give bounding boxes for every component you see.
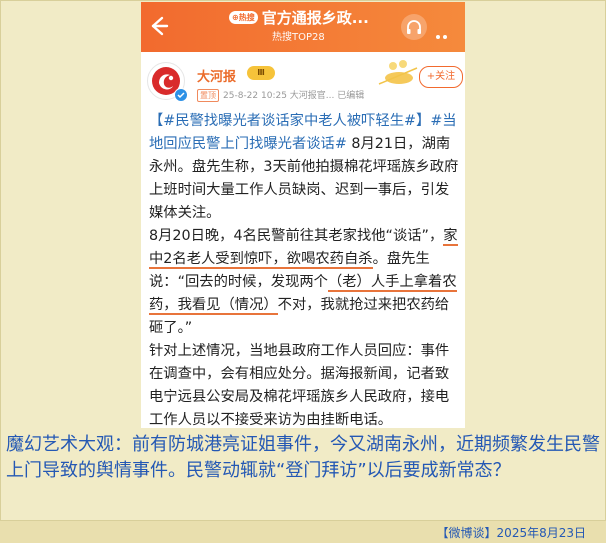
level-badge: Ⅲ [247,66,275,80]
topic-title: 官方通报乡政... [261,8,369,27]
post-text: 8月20日晚，4名民警前往其老家找他“谈话”， [149,228,444,244]
author-name[interactable]: 大河报 [197,66,236,85]
weibo-screenshot: ⊕热搜 官方通报乡政... 热搜TOP28 大河报 Ⅲ 置顶 25-8-22 1… [141,2,465,428]
post-paragraph-2: 8月20日晚，4名民警前往其老家找他“谈话”，家中2名老人受到惊吓，欲喝农药自杀… [149,225,461,340]
hot-search-badge: ⊕热搜 [229,10,258,24]
pinned-badge: 置顶 [197,89,219,102]
hashtag-link[interactable]: 【#民警找曝光者谈话家中老人被吓轻生#】 [149,113,430,129]
post-paragraph-1: 【#民警找曝光者谈话家中老人被吓轻生#】#当地回应民警上门找曝光者谈话# 8月2… [149,110,461,225]
headphones-icon [407,20,421,34]
credit-text: 【微博谈】2025年8月23日 [436,526,586,540]
more-dots-icon[interactable] [436,24,456,58]
topic-rank: 热搜TOP28 [272,32,325,43]
follow-button[interactable]: +关注 [419,66,463,88]
author-row: 大河报 Ⅲ 置顶 25-8-22 10:25 大河报官... 已编辑 +关注 [141,58,465,106]
commentary-text: 魔幻艺术大观：前有防城港亮证姐事件，今又湖南永州，近期频繁发生民警上门导致的舆情… [6,434,600,481]
verified-badge-icon [174,88,188,102]
top-bar: ⊕热搜 官方通报乡政... 热搜TOP28 [141,2,465,58]
post-meta: 置顶 25-8-22 10:25 大河报官... 已编辑 [197,88,364,102]
credit-bar: 【微博谈】2025年8月23日 [0,520,606,543]
post-meta-text: 25-8-22 10:25 大河报官... 已编辑 [223,91,365,101]
post-body: 【#民警找曝光者谈话家中老人被吓轻生#】#当地回应民警上门找曝光者谈话# 8月2… [149,110,461,428]
hot-topic[interactable]: ⊕热搜 官方通报乡政... 热搜TOP28 [229,6,389,48]
money-pot-decoration-icon [378,60,418,85]
back-arrow-icon[interactable] [147,14,169,38]
listen-button[interactable] [401,14,427,40]
post-paragraph-3: 针对上述情况，当地县政府工作人员回应：事件在调查中，会有相应处分。据海报新闻，记… [149,343,450,428]
